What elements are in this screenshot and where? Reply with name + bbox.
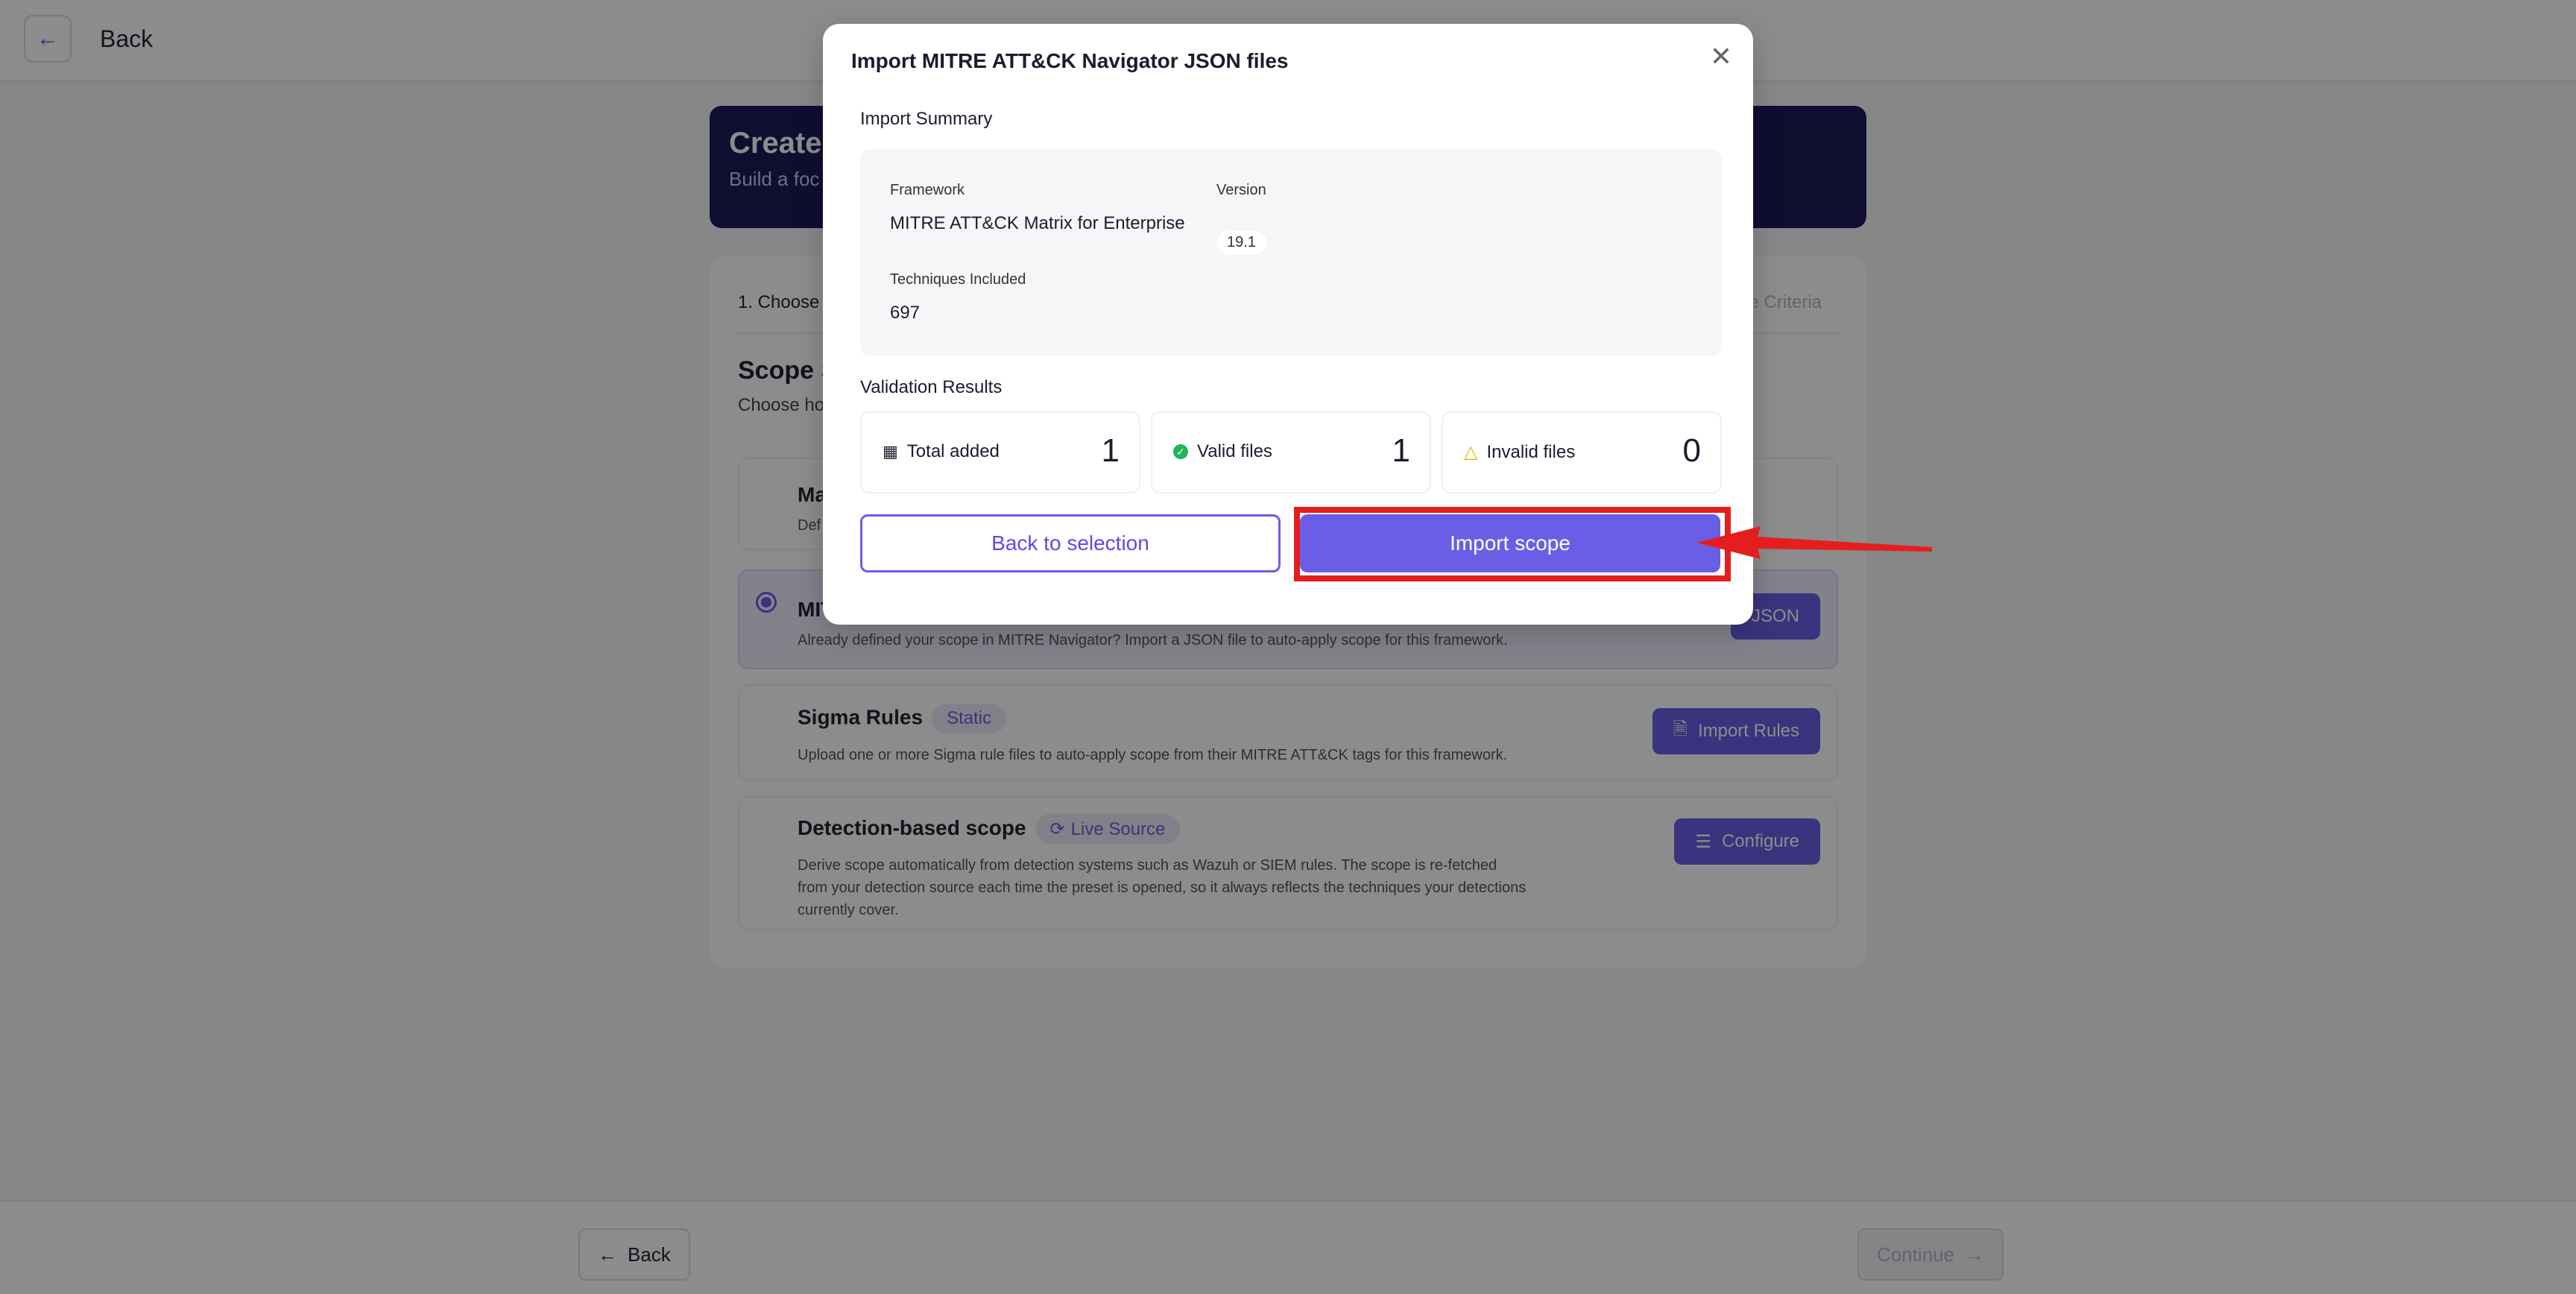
stat-total-label: Total added	[906, 441, 1000, 461]
import-summary-label: Import Summary	[860, 109, 993, 129]
validation-results-label: Validation Results	[860, 377, 1003, 397]
grid-icon: ▦	[883, 442, 898, 461]
warning-triangle-icon: △	[1464, 442, 1478, 462]
version-badge: 19.1	[1216, 231, 1266, 254]
stat-invalid-files: △ Invalid files 0	[1442, 411, 1722, 493]
stat-valid-value: 1	[1392, 432, 1410, 469]
framework-label: Framework	[890, 182, 965, 198]
stat-valid-files: ✓ Valid files 1	[1151, 411, 1431, 493]
techniques-value: 697	[890, 303, 921, 323]
stat-invalid-label: Invalid files	[1486, 441, 1576, 462]
highlight-box	[1294, 507, 1731, 581]
import-summary-panel: Framework MITRE ATT&CK Matrix for Enterp…	[860, 149, 1722, 356]
close-icon[interactable]: ✕	[1710, 43, 1732, 70]
framework-value: MITRE ATT&CK Matrix for Enterprise	[890, 213, 1185, 233]
modal-title: Import MITRE ATT&CK Navigator JSON files	[851, 49, 1289, 72]
version-label: Version	[1216, 182, 1266, 198]
stat-valid-label: Valid files	[1197, 441, 1272, 461]
stat-total-added: ▦ Total added 1	[860, 411, 1140, 493]
back-to-selection-button[interactable]: Back to selection	[860, 514, 1281, 572]
stat-invalid-value: 0	[1682, 432, 1701, 469]
check-circle-icon: ✓	[1173, 444, 1188, 459]
techniques-label: Techniques Included	[890, 271, 1026, 288]
stat-total-value: 1	[1101, 432, 1120, 469]
